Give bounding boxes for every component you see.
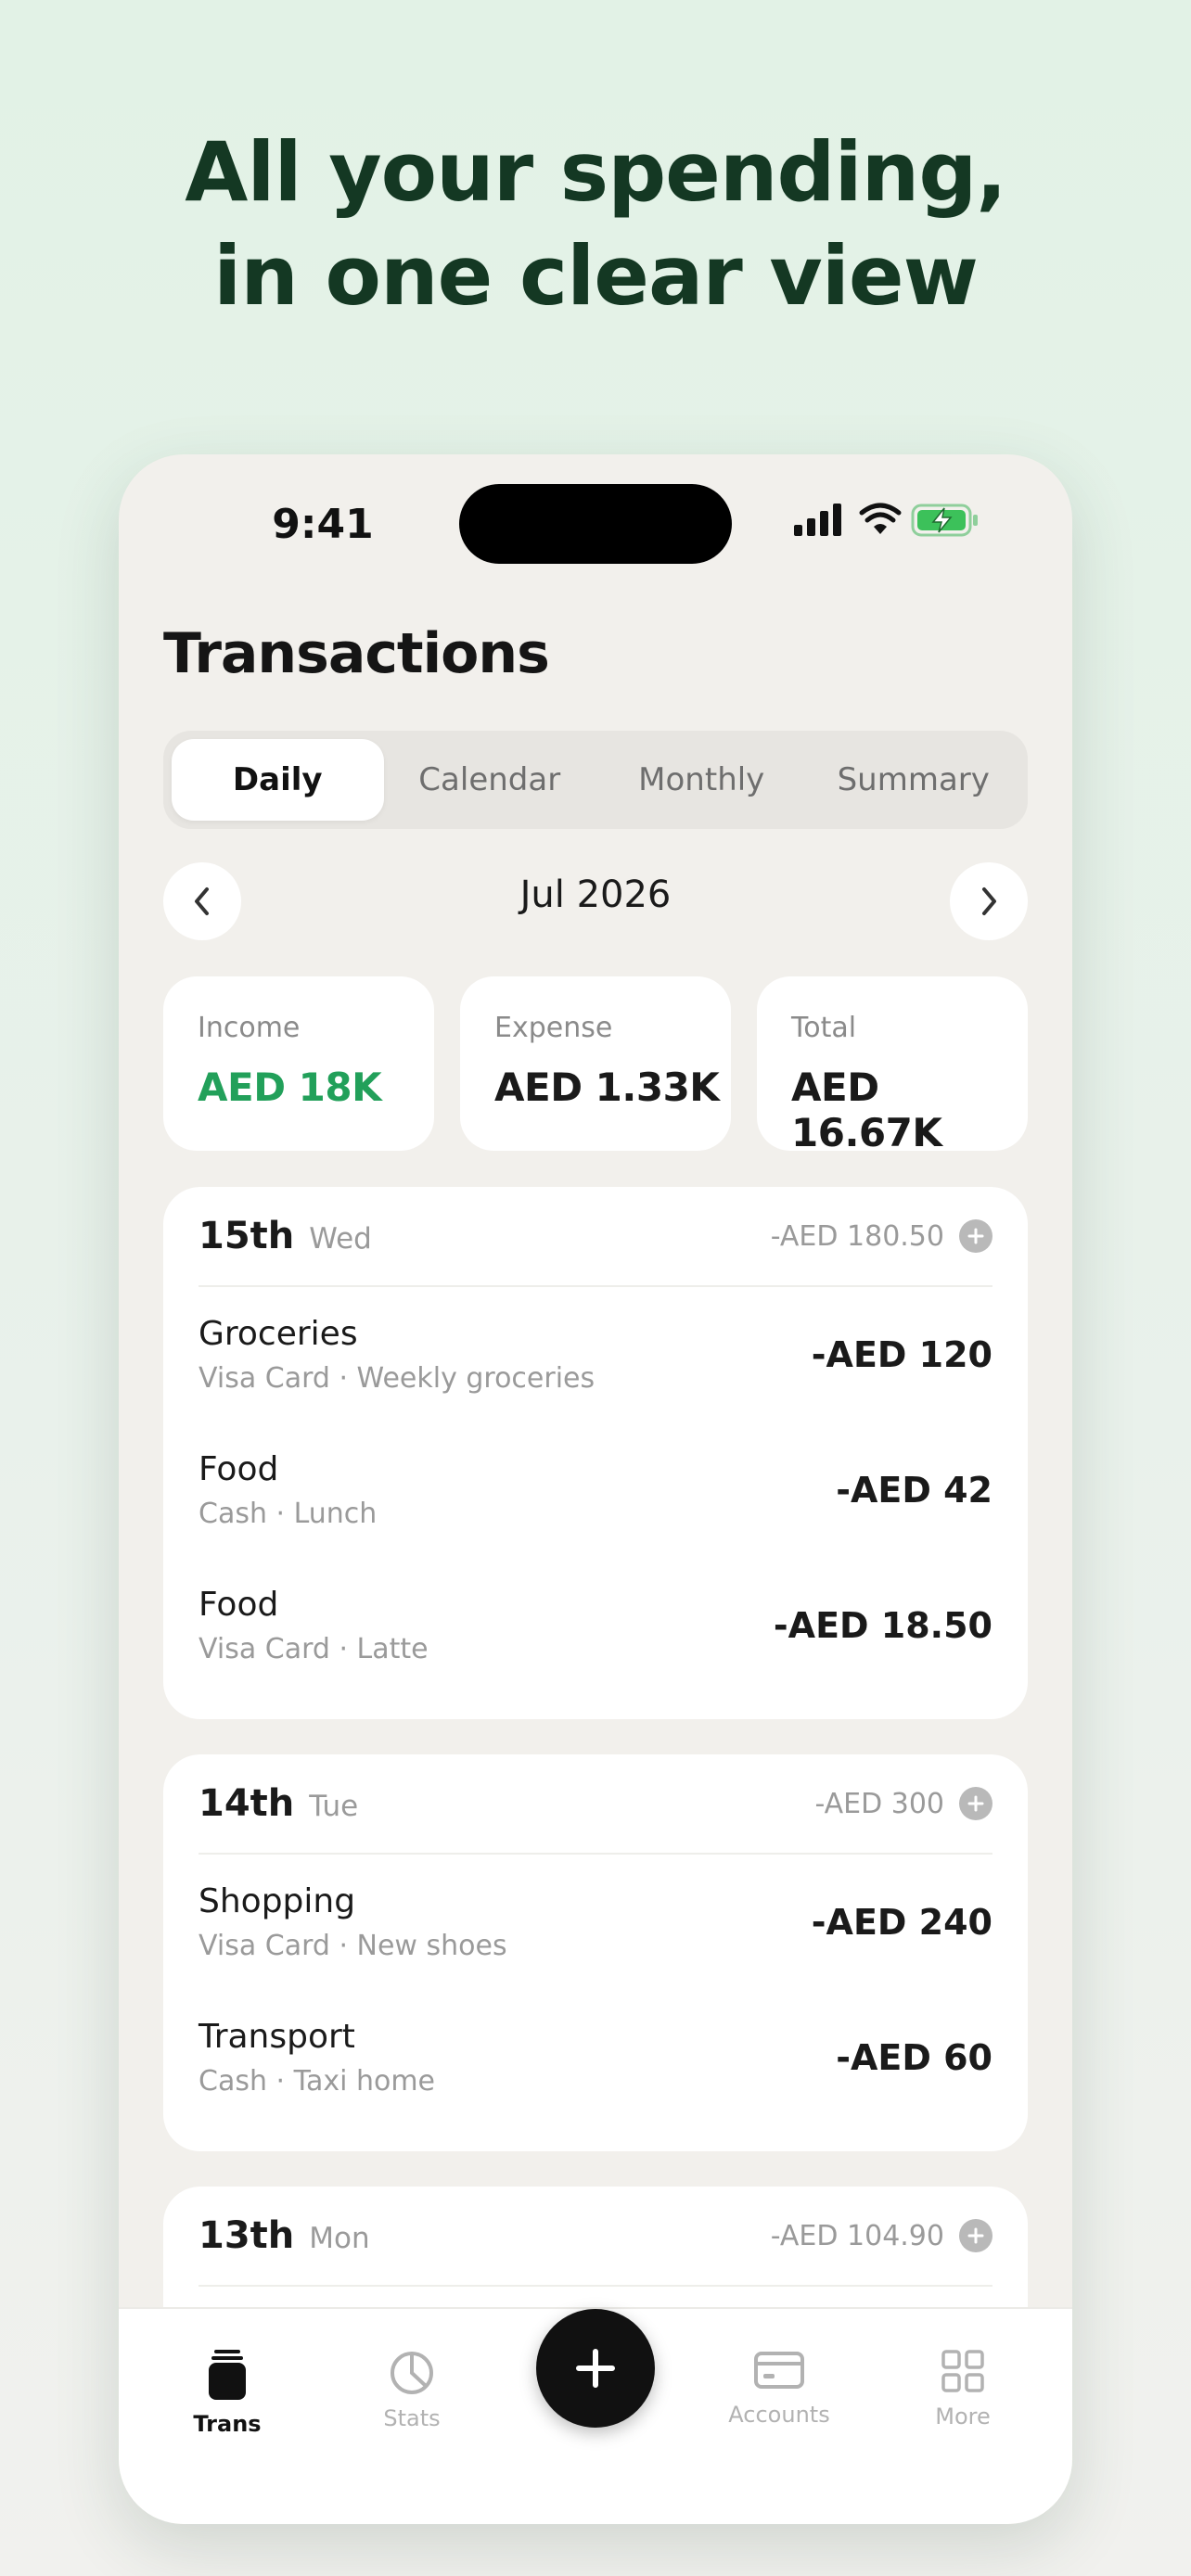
view-tabs: Daily Calendar Monthly Summary: [163, 731, 1028, 829]
pie-chart-icon: [391, 2352, 433, 2394]
transaction-detail: Cash · Taxi home: [198, 2065, 435, 2098]
transaction-detail: Visa Card · Latte: [198, 1633, 429, 1665]
dynamic-island: [459, 484, 732, 564]
day-weekday: Wed: [309, 1222, 372, 1256]
day-total: -AED 300: [814, 1787, 944, 1820]
transaction-amount: -AED 18.50: [773, 1605, 992, 1646]
chevron-left-icon: [195, 887, 209, 915]
tab-summary[interactable]: Summary: [808, 739, 1020, 821]
day-total: -AED 104.90: [770, 2219, 944, 2252]
day-weekday: Mon: [309, 2222, 370, 2255]
expense-value: AED 1.33K: [494, 1065, 720, 1110]
tab-monthly[interactable]: Monthly: [596, 739, 808, 821]
total-summary-card: Total AED 16.67K: [757, 976, 1028, 1155]
previous-month-button[interactable]: [163, 862, 241, 940]
phone-frame: 9:41 Transactions Daily Calendar Monthly…: [119, 454, 1072, 2524]
income-label: Income: [198, 1012, 301, 1044]
plus-icon: [967, 1228, 984, 1244]
current-month: Jul 2026: [519, 874, 672, 916]
grid-icon: [941, 2350, 984, 2392]
day-weekday: Tue: [309, 1790, 359, 1823]
add-transaction-button[interactable]: [959, 1219, 992, 1253]
transaction-detail: Visa Card · New shoes: [198, 1930, 507, 1962]
transaction-amount: -AED 60: [836, 2037, 992, 2078]
chevron-right-icon: [982, 887, 996, 915]
day-number: 14th: [198, 1782, 295, 1825]
nav-label: Trans: [193, 2411, 262, 2437]
transaction-category: Food: [198, 1586, 279, 1624]
headline: All your spending, in one clear view: [0, 121, 1191, 328]
transaction-row[interactable]: Shopping Visa Card · New shoes -AED 240: [198, 1855, 992, 1990]
nav-label: Stats: [383, 2405, 441, 2431]
day-header: 15th Wed -AED 180.50: [198, 1187, 992, 1287]
nav-item-more[interactable]: More: [879, 2348, 1046, 2429]
add-transaction-fab[interactable]: [536, 2309, 655, 2428]
total-value: AED 16.67K: [791, 1065, 942, 1155]
plus-icon: [967, 1795, 984, 1812]
transaction-amount: -AED 42: [836, 1470, 992, 1511]
nav-item-trans[interactable]: Trans: [144, 2348, 311, 2437]
cellular-signal-icon: [794, 504, 841, 536]
transaction-detail: Cash · Lunch: [198, 1498, 378, 1530]
total-label: Total: [791, 1012, 857, 1044]
nav-label: Accounts: [728, 2402, 830, 2428]
headline-line-1: All your spending,: [185, 124, 1007, 220]
day-number: 15th: [198, 1215, 295, 1257]
transaction-row[interactable]: Food Cash · Lunch -AED 42: [198, 1422, 992, 1558]
transaction-amount: -AED 120: [811, 1334, 992, 1375]
transaction-row[interactable]: Food Visa Card · Latte -AED 18.50: [198, 1558, 992, 1693]
transaction-category: Groceries: [198, 1315, 358, 1353]
day-header: 13th Mon -AED 104.90: [198, 2187, 992, 2287]
next-month-button[interactable]: [950, 862, 1028, 940]
add-transaction-button[interactable]: [959, 2219, 992, 2252]
transaction-amount: -AED 240: [811, 1902, 992, 1943]
transaction-category: Shopping: [198, 1882, 356, 1920]
wallet-icon: [209, 2350, 246, 2400]
wifi-icon: [859, 503, 902, 534]
transaction-row[interactable]: Groceries Visa Card · Weekly groceries -…: [198, 1287, 992, 1422]
screen-title: Transactions: [163, 621, 550, 686]
nav-item-accounts[interactable]: Accounts: [696, 2348, 863, 2428]
transaction-row[interactable]: Transport Cash · Taxi home -AED 60: [198, 1990, 992, 2125]
battery-charging-icon: [911, 504, 978, 537]
expense-label: Expense: [494, 1012, 613, 1044]
nav-label: More: [935, 2404, 991, 2429]
transaction-detail: Visa Card · Weekly groceries: [198, 1362, 596, 1395]
card-icon: [754, 2352, 804, 2389]
income-value: AED 18K: [198, 1065, 382, 1110]
day-header: 14th Tue -AED 300: [198, 1754, 992, 1855]
add-transaction-button[interactable]: [959, 1787, 992, 1820]
tab-calendar[interactable]: Calendar: [384, 739, 596, 821]
plus-icon: [967, 2227, 984, 2244]
day-card-15: 15th Wed -AED 180.50 Groceries Visa Card…: [163, 1187, 1028, 1719]
expense-summary-card: Expense AED 1.33K: [460, 976, 731, 1151]
transaction-category: Food: [198, 1450, 279, 1488]
transaction-category: Transport: [198, 2018, 355, 2056]
tab-daily[interactable]: Daily: [172, 739, 384, 821]
nav-item-stats[interactable]: Stats: [328, 2348, 495, 2431]
day-total: -AED 180.50: [770, 1219, 944, 1253]
headline-line-2: in one clear view: [213, 228, 979, 324]
status-time: 9:41: [272, 501, 374, 548]
plus-icon: [576, 2349, 615, 2388]
income-summary-card: Income AED 18K: [163, 976, 434, 1151]
day-card-14: 14th Tue -AED 300 Shopping Visa Card · N…: [163, 1754, 1028, 2151]
day-number: 13th: [198, 2214, 295, 2257]
